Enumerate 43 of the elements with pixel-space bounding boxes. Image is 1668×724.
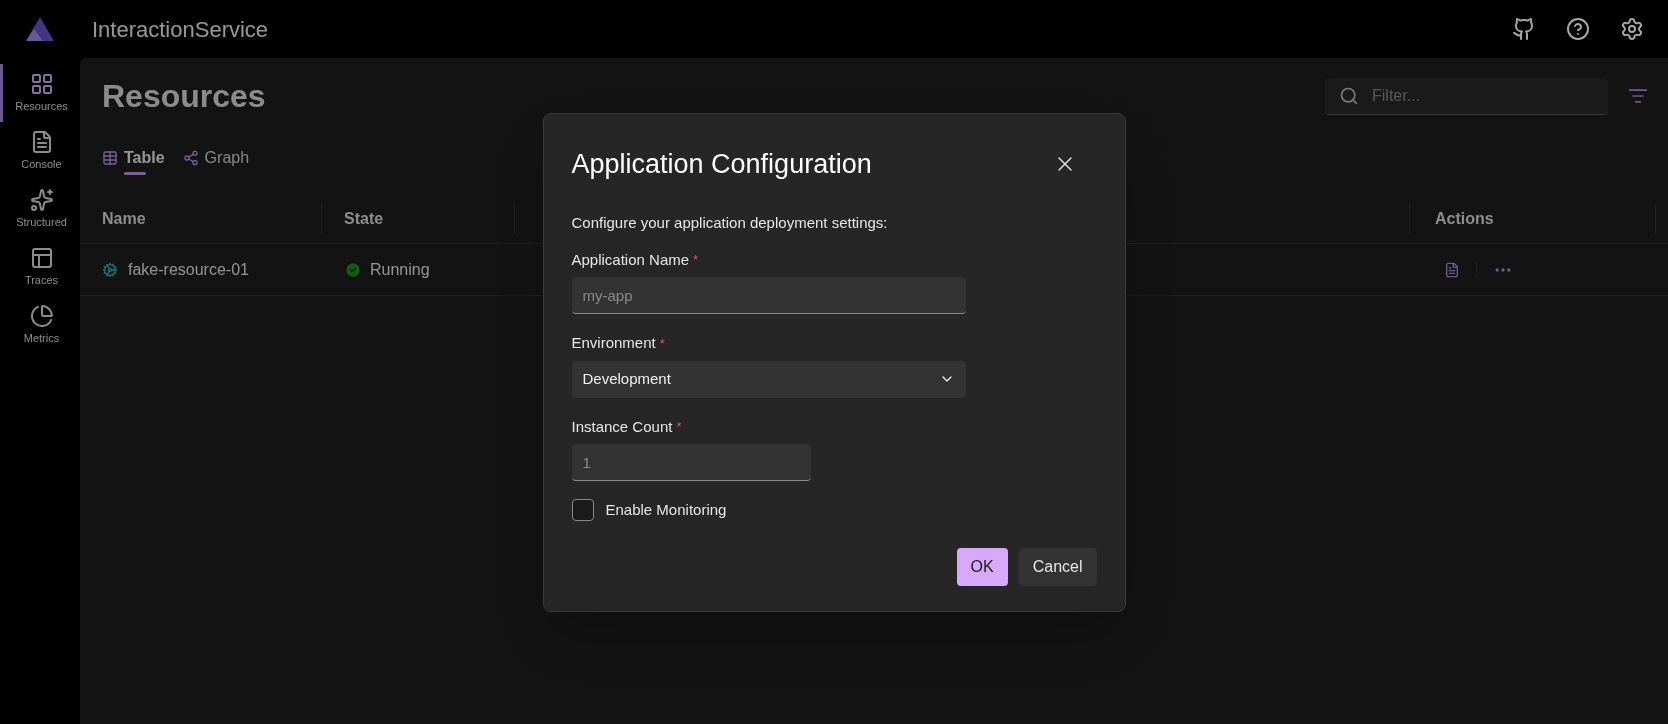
nav-item[interactable]: Metrics <box>0 296 80 354</box>
nav-item[interactable]: Structured <box>0 180 80 238</box>
column-header: Name <box>102 208 146 229</box>
field-label: Application Name <box>571 249 690 270</box>
table-cell-text: Running <box>370 259 430 280</box>
structured-logs-icon <box>29 187 54 212</box>
checkbox[interactable] <box>571 499 594 522</box>
required-mark: * <box>659 336 665 350</box>
table-icon <box>102 150 118 166</box>
check-circle-icon <box>344 260 362 279</box>
dropdown[interactable]: Development <box>571 360 966 398</box>
checkbox-label: Enable Monitoring <box>605 500 727 520</box>
table-cell-text: fake-resource-01 <box>128 259 249 280</box>
cancel-button[interactable]: Cancel <box>1018 547 1097 586</box>
page-title: Resources <box>102 77 266 116</box>
github-icon[interactable] <box>1512 17 1536 41</box>
field-label: Environment <box>571 333 656 353</box>
filter-field[interactable]: Filter... <box>1325 77 1608 115</box>
chart-icon <box>29 303 54 328</box>
nav-item[interactable]: Traces <box>0 238 80 296</box>
app-title: InteractionService <box>92 15 269 44</box>
dialog-description: Configure your application deployment settings: <box>571 213 889 233</box>
filter-icon[interactable] <box>1628 86 1648 106</box>
column-header: State <box>344 208 384 229</box>
required-mark: * <box>676 420 682 434</box>
traces-icon <box>29 245 54 270</box>
logo-icon <box>25 16 55 42</box>
input-field[interactable]: my-app <box>571 277 966 314</box>
required-mark: * <box>693 253 699 267</box>
console-logs-icon[interactable] <box>1444 261 1477 278</box>
dialog-title: Application Configuration <box>571 147 872 181</box>
field-label: Instance Count <box>571 416 673 437</box>
view-tab[interactable]: Table <box>102 141 165 175</box>
graph-icon <box>182 150 199 166</box>
grid-icon <box>29 71 54 96</box>
column-header: Actions <box>1435 208 1494 229</box>
input-field[interactable]: 1 <box>571 444 811 481</box>
help-icon[interactable] <box>1566 17 1590 41</box>
view-tab[interactable]: Graph <box>182 141 250 175</box>
settings-icon[interactable] <box>1620 17 1644 41</box>
search-icon <box>1339 85 1359 106</box>
ok-button[interactable]: OK <box>956 547 1008 586</box>
nav-item[interactable]: Console <box>0 122 80 180</box>
